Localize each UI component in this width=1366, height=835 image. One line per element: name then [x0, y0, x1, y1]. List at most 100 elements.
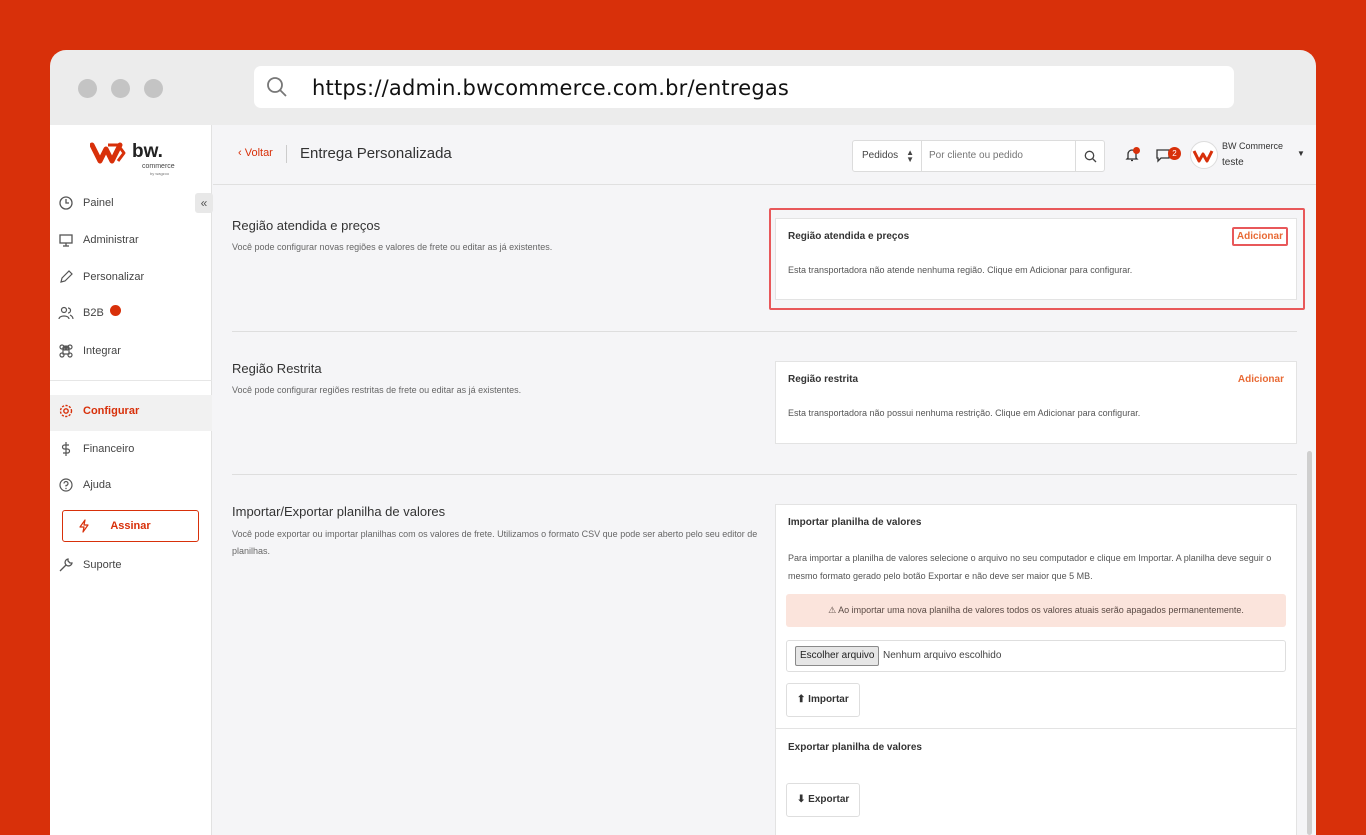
- card-title: Região restrita: [788, 374, 859, 385]
- planilha-card: Importar planilha de valores Para import…: [775, 504, 1297, 835]
- sidebar-item-configurar[interactable]: Configurar: [58, 400, 139, 422]
- sidebar-item-label: Suporte: [83, 559, 122, 571]
- main-content: Região atendida e preços Você pode confi…: [213, 186, 1316, 835]
- sidebar-item-suporte[interactable]: Suporte: [58, 554, 122, 576]
- page-title: Entrega Personalizada: [300, 145, 452, 162]
- import-button-label: Importar: [808, 694, 849, 705]
- warning-text: Ao importar uma nova planilha de valores…: [838, 605, 1244, 615]
- sidebar-divider: [50, 380, 212, 381]
- search-type-select[interactable]: Pedidos ▲ ▼: [853, 141, 922, 171]
- assinar-label: Assinar: [110, 520, 151, 532]
- section-desc-restrita: Você pode configurar regiões restritas d…: [232, 385, 522, 395]
- close-window-dot[interactable]: [78, 79, 97, 98]
- minimize-window-dot[interactable]: [111, 79, 130, 98]
- sidebar-item-integrar[interactable]: Integrar: [58, 340, 121, 362]
- top-bar: ‹ Voltar Entrega Personalizada Pedidos ▲…: [213, 125, 1316, 185]
- regiao-card: Região atendida e preços Adicionar Esta …: [775, 218, 1297, 300]
- file-input[interactable]: Escolher arquivo Nenhum arquivo escolhid…: [786, 640, 1286, 672]
- export-button-label: Exportar: [808, 794, 850, 805]
- help-icon: [59, 478, 73, 492]
- card-text: Esta transportadora não atende nenhuma r…: [788, 265, 1133, 275]
- sidebar-item-financeiro[interactable]: Financeiro: [58, 438, 134, 460]
- gear-icon: [59, 404, 73, 418]
- upload-icon: ⬆: [797, 694, 806, 705]
- scrollbar-thumb[interactable]: [1307, 451, 1312, 835]
- notification-dot: [1133, 147, 1140, 154]
- maximize-window-dot[interactable]: [144, 79, 163, 98]
- sidebar-item-label: B2B: [83, 307, 104, 319]
- search-type-value: Pedidos: [862, 150, 899, 161]
- section-desc-regiao: Você pode configurar novas regiões e val…: [232, 242, 553, 252]
- select-arrows-icon: ▲ ▼: [906, 148, 914, 164]
- search-icon: [1084, 150, 1096, 162]
- sidebar-item-label: Painel: [83, 197, 114, 209]
- search-icon: [267, 77, 287, 97]
- section-divider: [232, 331, 1297, 332]
- brand-logo[interactable]: bw. commerce by wagzoo: [90, 137, 180, 177]
- search-button[interactable]: [1075, 141, 1104, 171]
- address-bar[interactable]: https://admin.bwcommerce.com.br/entregas: [254, 66, 1234, 108]
- sidebar-item-ajuda[interactable]: Ajuda: [58, 474, 111, 496]
- section-title-regiao: Região atendida e preços: [232, 218, 381, 233]
- sidebar-item-personalizar[interactable]: Personalizar: [58, 266, 144, 288]
- export-button[interactable]: ⬇ Exportar: [786, 783, 861, 817]
- logo-text: bw.: [132, 141, 163, 162]
- logo-byline: by wagzoo: [150, 171, 170, 176]
- avatar[interactable]: [1190, 141, 1218, 169]
- sidebar-item-label: Personalizar: [83, 271, 145, 283]
- back-link[interactable]: ‹ Voltar: [238, 147, 273, 159]
- user-name[interactable]: BW Commerce: [1222, 141, 1283, 151]
- clock-icon: [59, 196, 73, 210]
- collapse-sidebar-button[interactable]: «: [195, 193, 213, 213]
- admin-app: bw. commerce by wagzoo « Painel Administ…: [50, 125, 1316, 835]
- import-title: Importar planilha de valores: [788, 517, 922, 528]
- sidebar-item-painel[interactable]: Painel: [58, 192, 114, 214]
- sidebar-item-label: Ajuda: [83, 479, 112, 491]
- sidebar-item-administrar[interactable]: Administrar: [58, 229, 139, 251]
- users-icon: [58, 306, 74, 320]
- card-title: Região atendida e preços: [788, 231, 910, 242]
- import-text: Para importar a planilha de valores sele…: [788, 553, 1272, 581]
- browser-window: https://admin.bwcommerce.com.br/entregas…: [50, 50, 1316, 835]
- add-regiao-button[interactable]: Adicionar: [1231, 227, 1288, 246]
- avatar-logo-icon: [1192, 150, 1214, 163]
- warning-alert: ⚠ Ao importar uma nova planilha de valor…: [786, 594, 1286, 627]
- lightning-icon: [79, 519, 89, 533]
- sidebar-item-label: Financeiro: [83, 443, 135, 455]
- sidebar-item-b2b[interactable]: B2B: [58, 302, 121, 324]
- search-group: Pedidos ▲ ▼: [852, 140, 1105, 172]
- new-badge: [109, 304, 121, 316]
- url-text[interactable]: https://admin.bwcommerce.com.br/entregas: [312, 76, 789, 100]
- user-store[interactable]: teste: [1222, 157, 1244, 168]
- import-button[interactable]: ⬆ Importar: [786, 683, 860, 717]
- section-title-restrita: Região Restrita: [232, 361, 322, 376]
- card-text: Esta transportadora não possui nenhuma r…: [788, 408, 1141, 418]
- logo-mark-icon: [90, 142, 126, 164]
- command-icon: [59, 344, 73, 358]
- window-controls: [78, 79, 163, 98]
- section-divider: [232, 474, 1297, 475]
- card-divider: [776, 728, 1296, 729]
- monitor-icon: [59, 234, 73, 247]
- section-desc-planilha: Você pode exportar ou importar planilhas…: [232, 529, 758, 556]
- sidebar-item-label: Administrar: [83, 234, 139, 246]
- dollar-icon: [61, 442, 71, 456]
- sidebar-item-label: Integrar: [83, 345, 121, 357]
- chevron-down-icon[interactable]: ▼: [1297, 149, 1305, 158]
- pencil-icon: [60, 270, 73, 283]
- sidebar: bw. commerce by wagzoo « Painel Administ…: [50, 125, 213, 835]
- logo-sub: commerce: [142, 163, 175, 170]
- restrita-card: Região restrita Adicionar Esta transport…: [775, 361, 1297, 444]
- add-restrita-button[interactable]: Adicionar: [1238, 374, 1284, 385]
- download-icon: ⬇: [797, 794, 806, 805]
- header-divider: [286, 145, 287, 163]
- sidebar-item-label: Configurar: [83, 405, 140, 417]
- wrench-icon: [59, 558, 73, 572]
- search-input[interactable]: [929, 150, 1069, 161]
- assinar-button[interactable]: Assinar: [62, 510, 199, 542]
- warning-icon: ⚠: [828, 605, 839, 615]
- choose-file-button[interactable]: Escolher arquivo: [795, 646, 880, 666]
- export-title: Exportar planilha de valores: [788, 742, 922, 753]
- file-status: Nenhum arquivo escolhido: [883, 650, 1002, 661]
- section-title-planilha: Importar/Exportar planilha de valores: [232, 504, 446, 519]
